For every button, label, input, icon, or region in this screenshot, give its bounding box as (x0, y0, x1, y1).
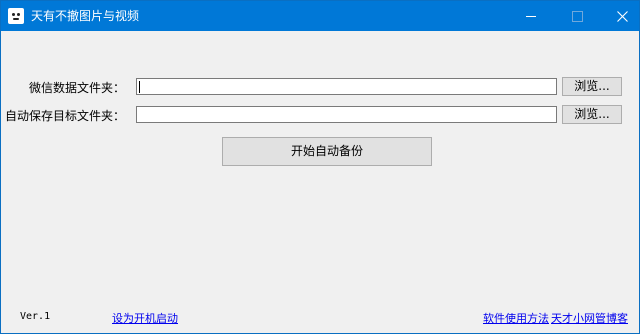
usage-link[interactable]: 软件使用方法 (483, 310, 549, 326)
minimize-button[interactable] (515, 1, 547, 31)
app-window: 天有不撤图片与视频 微信数据文件夹： 浏览... 自动保存目标文件夹： 浏览..… (0, 0, 640, 334)
wechat-folder-label: 微信数据文件夹： (28, 81, 125, 95)
close-icon (616, 10, 628, 22)
main-content: 微信数据文件夹： 浏览... 自动保存目标文件夹： 浏览... 开始自动备份 V… (1, 31, 639, 333)
blog-link[interactable]: 天才小网管博客 (551, 310, 628, 326)
text-caret (139, 81, 140, 93)
browse-target-button[interactable]: 浏览... (562, 105, 622, 124)
maximize-button (561, 1, 593, 31)
wechat-folder-input[interactable] (136, 78, 557, 95)
version-label: Ver.1 (20, 311, 51, 322)
window-title: 天有不撤图片与视频 (31, 9, 140, 23)
target-folder-label: 自动保存目标文件夹： (5, 109, 126, 123)
autostart-link[interactable]: 设为开机启动 (112, 310, 178, 326)
browse-wechat-button[interactable]: 浏览... (562, 77, 622, 96)
minimize-icon (526, 15, 536, 17)
maximize-icon (571, 10, 583, 22)
start-backup-button[interactable]: 开始自动备份 (222, 137, 432, 166)
app-face-icon (8, 8, 24, 24)
close-button[interactable] (606, 1, 638, 31)
target-folder-input[interactable] (136, 106, 557, 123)
title-bar[interactable]: 天有不撤图片与视频 (1, 1, 639, 31)
